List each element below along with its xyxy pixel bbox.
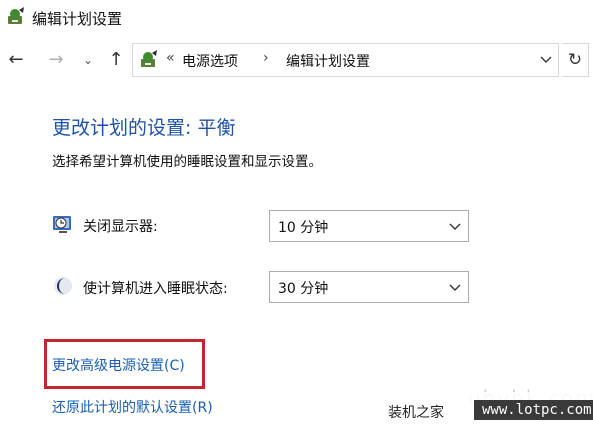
turn-off-display-value: 10 分钟 (278, 220, 329, 236)
forward-arrow-icon[interactable]: → (46, 50, 66, 70)
display-timer-icon (53, 216, 71, 233)
breadcrumb-edit-plan[interactable]: 编辑计划设置 (286, 51, 370, 71)
watermark-url: www.lotpc.com (474, 400, 593, 420)
chevron-down-icon[interactable] (540, 53, 552, 65)
back-arrow-icon[interactable]: ← (6, 50, 26, 70)
page-description: 选择希望计算机使用的睡眠设置和显示设置。 (52, 154, 322, 170)
sleep-select[interactable]: 30 分钟 (269, 271, 469, 303)
sleep-value: 30 分钟 (278, 281, 329, 297)
overflow-chevron[interactable]: « (166, 50, 175, 66)
page-title: 更改计划的设置: 平衡 (52, 117, 236, 139)
power-options-icon (141, 50, 157, 67)
window-title: 编辑计划设置 (32, 10, 123, 28)
up-arrow-icon[interactable]: ↑ (106, 50, 126, 70)
turn-off-display-label: 关闭显示器: (83, 219, 158, 235)
sleep-label: 使计算机进入睡眠状态: (83, 281, 228, 297)
watermark-brand: 装机之家 (388, 405, 444, 421)
restore-defaults-link[interactable]: 还原此计划的默认设置(R) (52, 397, 213, 417)
chevron-down-icon (449, 284, 461, 291)
chevron-down-icon (449, 223, 461, 230)
watermark: 装机之家 www.lotpc.com (384, 392, 593, 432)
turn-off-display-select[interactable]: 10 分钟 (269, 210, 469, 242)
advanced-power-settings-link[interactable]: 更改高级电源设置(C) (52, 355, 185, 375)
breadcrumb-power-options[interactable]: 电源选项 (182, 51, 238, 71)
title-bar: 编辑计划设置 (0, 0, 593, 36)
navigation-bar: ← → ⌄ ↑ « 电源选项 › 编辑计划设置 ↻ (0, 40, 593, 82)
power-options-icon (8, 7, 24, 24)
chevron-down-icon[interactable]: ⌄ (78, 50, 98, 70)
refresh-icon[interactable]: ↻ (562, 43, 589, 77)
address-bar[interactable]: « 电源选项 › 编辑计划设置 (132, 43, 559, 77)
sleep-moon-icon (54, 277, 72, 295)
breadcrumb-separator[interactable]: › (263, 50, 269, 66)
